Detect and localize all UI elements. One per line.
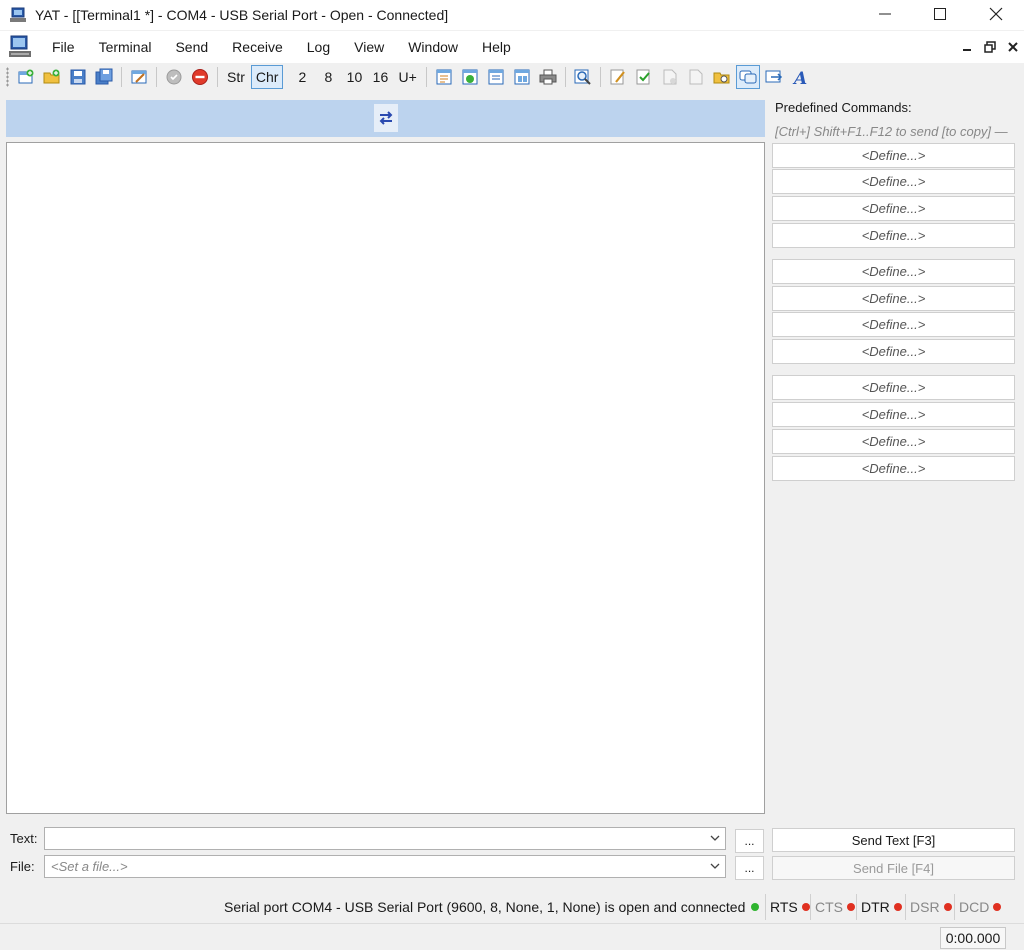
- predefined-panel-icon[interactable]: [735, 65, 760, 89]
- send-file-input[interactable]: <Set a file...>: [44, 855, 726, 878]
- predefined-command-6[interactable]: <Define...>: [772, 286, 1015, 311]
- close-button[interactable]: [973, 0, 1019, 28]
- radix-2-button[interactable]: 2: [290, 65, 314, 89]
- radix-chr-button[interactable]: Chr: [250, 65, 284, 89]
- svg-text:A: A: [792, 69, 807, 86]
- radix-unicode-button[interactable]: U+: [394, 65, 420, 89]
- radix-10-button[interactable]: 10: [342, 65, 366, 89]
- mdi-minimize-button[interactable]: [958, 39, 976, 55]
- log-off-icon[interactable]: [658, 65, 682, 89]
- toolbar-separator: [564, 67, 566, 87]
- predefined-command-8[interactable]: <Define...>: [772, 339, 1015, 364]
- send-panel-icon[interactable]: [762, 65, 786, 89]
- save-terminal-icon[interactable]: [66, 65, 90, 89]
- led-off-icon: [943, 903, 952, 911]
- open-connection-icon[interactable]: [162, 65, 186, 89]
- menu-file[interactable]: File: [40, 31, 87, 63]
- send-text-label: Text:: [10, 831, 38, 846]
- menu-bar: File Terminal Send Receive Log View Wind…: [0, 31, 1024, 63]
- mdi-restore-button[interactable]: [981, 39, 999, 55]
- menu-log[interactable]: Log: [295, 31, 342, 63]
- dsr-signal: DSR: [905, 894, 956, 920]
- status-message: Serial port COM4 - USB Serial Port (9600…: [224, 899, 746, 915]
- chevron-down-icon[interactable]: [709, 832, 721, 844]
- toolbar-separator: [217, 67, 218, 87]
- log-on-icon[interactable]: [632, 65, 656, 89]
- radix-16-button[interactable]: 16: [368, 65, 392, 89]
- predefined-command-7[interactable]: <Define...>: [772, 312, 1015, 337]
- mdi-close-button[interactable]: [1004, 39, 1022, 55]
- dtr-signal[interactable]: DTR: [856, 894, 906, 920]
- open-terminal-icon[interactable]: [40, 65, 64, 89]
- led-off-icon: [993, 903, 1002, 911]
- swap-direction-icon[interactable]: [374, 104, 398, 132]
- toolbar-separator: [425, 67, 427, 87]
- chevron-down-icon[interactable]: [709, 860, 721, 872]
- maximize-button[interactable]: [917, 0, 963, 28]
- rts-signal[interactable]: RTS: [765, 894, 814, 920]
- connection-led: [747, 894, 763, 920]
- predefined-command-12[interactable]: <Define...>: [772, 456, 1015, 481]
- predefined-title: Predefined Commands:: [775, 100, 912, 115]
- find-icon[interactable]: [571, 65, 595, 89]
- toolbar-separator: [121, 67, 122, 87]
- show-bidir-icon[interactable]: [458, 65, 482, 89]
- connection-timer: 0:00.000: [940, 927, 1006, 949]
- monitor-view[interactable]: [6, 142, 765, 814]
- app-icon: [10, 7, 26, 22]
- terminal-settings-icon[interactable]: [127, 65, 151, 89]
- led-on-icon: [751, 903, 759, 911]
- show-tx-icon[interactable]: [432, 65, 456, 89]
- toolbar-separator: [599, 67, 601, 87]
- predefined-command-9[interactable]: <Define...>: [772, 375, 1015, 400]
- log-clear-icon[interactable]: [684, 65, 708, 89]
- menu-help[interactable]: Help: [470, 31, 523, 63]
- menu-view[interactable]: View: [342, 31, 396, 63]
- predefined-command-3[interactable]: <Define...>: [772, 196, 1015, 221]
- send-file-button[interactable]: Send File [F4]: [772, 856, 1015, 880]
- cts-signal: CTS: [810, 894, 859, 920]
- show-rx-icon[interactable]: [484, 65, 508, 89]
- send-file-more-button[interactable]: ...: [735, 856, 764, 880]
- print-icon[interactable]: [536, 65, 560, 89]
- led-off-icon: [801, 903, 810, 911]
- toolbar-separator: [156, 67, 157, 87]
- toolbar-grip[interactable]: [6, 67, 9, 87]
- send-text-button[interactable]: Send Text [F3]: [772, 828, 1015, 852]
- menu-receive[interactable]: Receive: [220, 31, 295, 63]
- send-text-input[interactable]: [44, 827, 726, 850]
- led-off-icon: [847, 903, 855, 911]
- save-workspace-icon[interactable]: [92, 65, 116, 89]
- close-connection-icon[interactable]: [188, 65, 212, 89]
- format-icon[interactable]: A: [788, 65, 812, 89]
- radix-8-button[interactable]: 8: [316, 65, 340, 89]
- menu-terminal[interactable]: Terminal: [87, 31, 164, 63]
- window-title: YAT - [[Terminal1 *] - COM4 - USB Serial…: [35, 7, 449, 23]
- dcd-signal: DCD: [954, 894, 1005, 920]
- predefined-hint: [Ctrl+] Shift+F1..F12 to send [to copy] …: [775, 124, 1008, 139]
- log-settings-icon[interactable]: [606, 65, 630, 89]
- predefined-command-5[interactable]: <Define...>: [772, 259, 1015, 284]
- new-terminal-icon[interactable]: [14, 65, 38, 89]
- send-file-label: File:: [10, 859, 35, 874]
- radix-str-button[interactable]: Str: [223, 65, 249, 89]
- status-divider: [0, 923, 1024, 924]
- predefined-command-2[interactable]: <Define...>: [772, 169, 1015, 194]
- log-open-icon[interactable]: [710, 65, 734, 89]
- predefined-command-10[interactable]: <Define...>: [772, 402, 1015, 427]
- predefined-command-1[interactable]: <Define...>: [772, 143, 1015, 168]
- menu-send[interactable]: Send: [163, 31, 220, 63]
- led-off-icon: [893, 903, 902, 911]
- minimize-button[interactable]: [862, 0, 908, 28]
- terminal-icon[interactable]: [8, 35, 32, 59]
- predefined-command-11[interactable]: <Define...>: [772, 429, 1015, 454]
- clear-icon[interactable]: [510, 65, 534, 89]
- predefined-command-4[interactable]: <Define...>: [772, 223, 1015, 248]
- toolbar: Str Chr 2 8 10 16 U+ A: [6, 64, 836, 90]
- menu-window[interactable]: Window: [396, 31, 470, 63]
- send-text-more-button[interactable]: ...: [735, 829, 764, 853]
- send-file-placeholder: <Set a file...>: [51, 859, 128, 874]
